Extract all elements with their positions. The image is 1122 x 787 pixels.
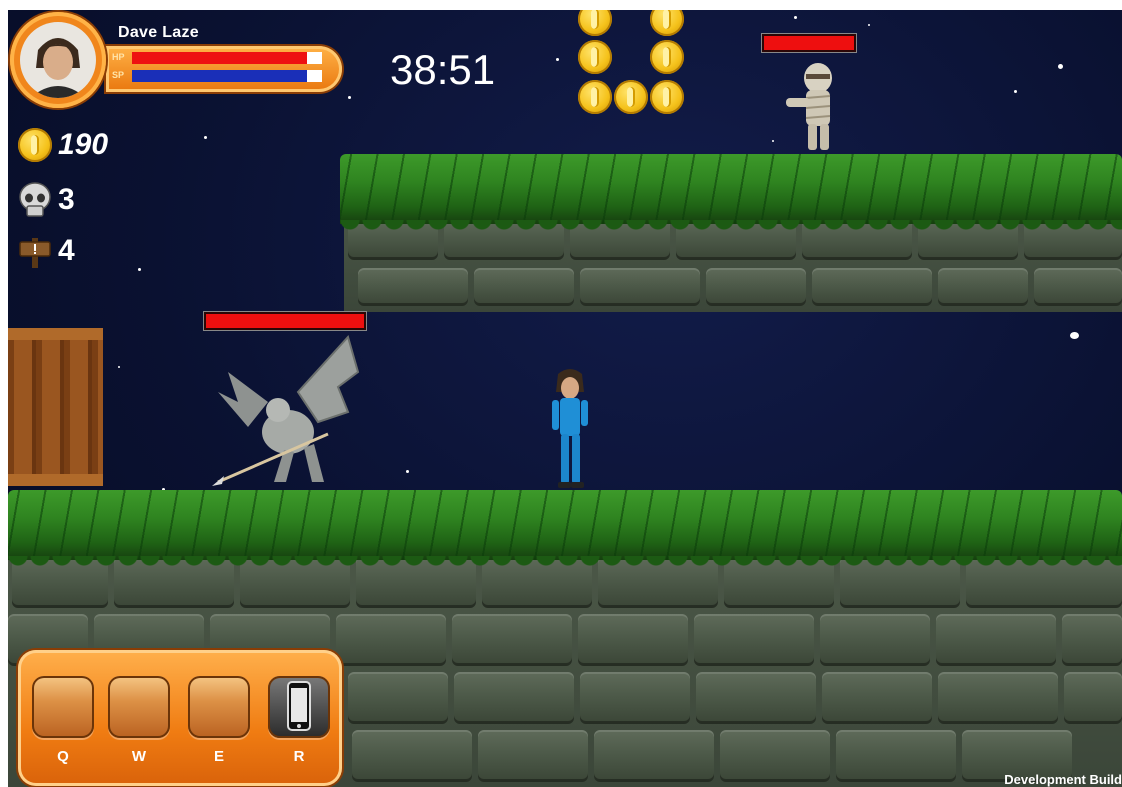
skill-slot-w[interactable] bbox=[108, 676, 170, 738]
star bbox=[794, 16, 797, 19]
avatar-frame bbox=[10, 12, 106, 108]
stone-brick bbox=[336, 614, 446, 666]
star bbox=[868, 24, 870, 26]
coin[interactable] bbox=[578, 10, 612, 36]
signpost-icon bbox=[19, 238, 51, 268]
sp-bar bbox=[132, 70, 322, 82]
kill-counter: 3 bbox=[18, 182, 75, 218]
development-build-label: Development Build bbox=[1004, 772, 1122, 787]
skill-bar: Q W E R bbox=[18, 650, 342, 786]
stone-brick bbox=[706, 268, 806, 306]
star bbox=[204, 136, 207, 139]
skill-slot-e[interactable] bbox=[188, 676, 250, 738]
player-name: Dave Laze bbox=[118, 24, 199, 41]
skill-key-w: W bbox=[131, 748, 147, 765]
coin[interactable] bbox=[614, 80, 648, 114]
coin[interactable] bbox=[650, 10, 684, 36]
kill-count: 3 bbox=[58, 183, 75, 216]
mummy-health-bar bbox=[762, 34, 856, 52]
star bbox=[556, 58, 559, 61]
hp-bar-fill bbox=[132, 52, 307, 64]
skull-icon bbox=[19, 182, 51, 217]
wooden-crate bbox=[8, 328, 103, 486]
stone-brick bbox=[694, 614, 814, 666]
upper-grass bbox=[340, 154, 1122, 238]
skill-key-e: E bbox=[213, 748, 224, 765]
stone-brick bbox=[820, 614, 930, 666]
star bbox=[348, 96, 351, 99]
level-timer: 38:51 bbox=[390, 46, 496, 93]
coin-count: 190 bbox=[58, 128, 109, 161]
gargoyle-health-bar bbox=[204, 312, 366, 330]
hp-bar bbox=[132, 52, 322, 64]
stone-brick bbox=[454, 672, 574, 724]
phone-icon bbox=[287, 681, 311, 731]
stone-brick bbox=[594, 730, 714, 782]
stone-brick bbox=[478, 730, 588, 782]
skill-key-q: Q bbox=[57, 748, 69, 765]
star bbox=[1070, 332, 1079, 339]
stone-brick bbox=[938, 672, 1058, 724]
star bbox=[1014, 90, 1017, 93]
star bbox=[772, 140, 774, 142]
mummy-enemy[interactable] bbox=[782, 62, 852, 154]
coin[interactable] bbox=[650, 80, 684, 114]
stone-brick bbox=[936, 614, 1056, 666]
avatar bbox=[20, 22, 96, 98]
stone-brick bbox=[348, 672, 448, 724]
star bbox=[138, 268, 141, 271]
sp-label: SP bbox=[112, 70, 125, 80]
stone-brick bbox=[1064, 672, 1122, 724]
game-viewport[interactable]: HP SP Dave Laze 38:51 190 3 4 Q W E R De… bbox=[8, 10, 1122, 787]
stone-brick bbox=[836, 730, 956, 782]
stone-brick bbox=[822, 672, 932, 724]
ground-grass bbox=[8, 490, 1122, 574]
skill-slot-r[interactable] bbox=[268, 676, 330, 738]
star bbox=[118, 366, 120, 368]
stone-brick bbox=[938, 268, 1028, 306]
coin[interactable] bbox=[650, 40, 684, 74]
stone-brick bbox=[578, 614, 688, 666]
star bbox=[406, 470, 409, 473]
stone-brick bbox=[352, 730, 472, 782]
stone-brick bbox=[580, 672, 690, 724]
sign-count: 4 bbox=[58, 234, 75, 267]
stone-brick bbox=[580, 268, 700, 306]
stone-brick bbox=[696, 672, 816, 724]
coin-counter: 190 bbox=[18, 128, 108, 162]
hp-label: HP bbox=[112, 52, 125, 62]
stone-brick bbox=[358, 268, 468, 306]
stone-brick bbox=[452, 614, 572, 666]
stone-brick bbox=[1062, 614, 1122, 666]
coin[interactable] bbox=[578, 40, 612, 74]
stone-brick bbox=[474, 268, 574, 306]
coin[interactable] bbox=[578, 80, 612, 114]
sp-bar-fill bbox=[132, 70, 307, 82]
skill-slot-q[interactable] bbox=[32, 676, 94, 738]
stone-brick bbox=[812, 268, 932, 306]
player-portrait-icon bbox=[30, 38, 86, 98]
coin-icon bbox=[18, 128, 52, 162]
skill-key-r: R bbox=[293, 748, 305, 765]
star bbox=[1058, 64, 1063, 69]
gargoyle-enemy[interactable] bbox=[208, 332, 368, 492]
stone-brick bbox=[720, 730, 830, 782]
hp-sp-panel: HP SP bbox=[106, 46, 342, 92]
stone-brick bbox=[1034, 268, 1122, 306]
player-character[interactable] bbox=[544, 368, 596, 492]
sign-counter: 4 bbox=[18, 234, 75, 268]
